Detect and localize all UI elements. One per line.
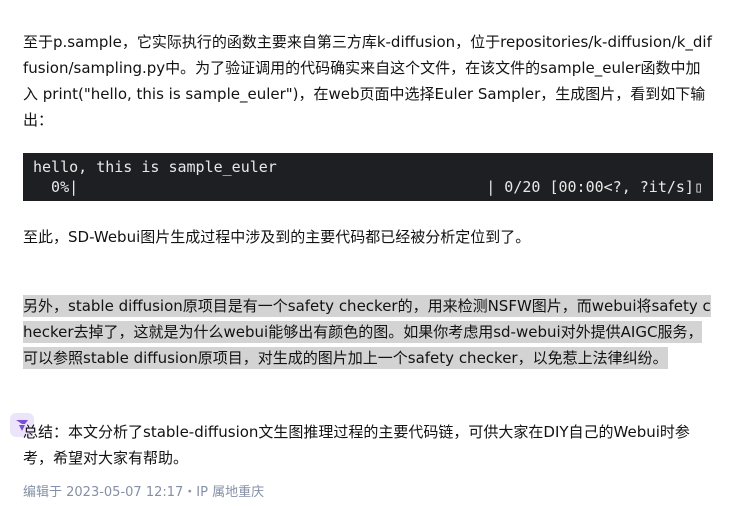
code-line-hello: hello, this is sample_euler xyxy=(33,158,277,176)
code-output-block: hello, this is sample_euler 0%| | 0/20 [… xyxy=(23,153,713,201)
article-paragraph-conclusion: 总结：本文分析了stable-diffusion文生图推理过程的主要代码链，可供… xyxy=(23,423,690,467)
edit-meta-info: 编辑于 2023-05-07 12:17・IP 属地重庆 xyxy=(23,485,265,500)
highlighted-text[interactable]: 另外，stable diffusion原项目是有一个safety checker… xyxy=(23,295,711,369)
code-progress-right: | 0/20 [00:00<?, ?it/s]▯ xyxy=(486,178,703,196)
article-paragraph-sampler: 至于p.sample，它实际执行的函数主要来自第三方库k-diffusion，位… xyxy=(23,33,712,129)
article-paragraph-safety-checker[interactable]: 另外，stable diffusion原项目是有一个safety checker… xyxy=(23,293,713,371)
code-line-progress: 0%| | 0/20 [00:00<?, ?it/s]▯ xyxy=(33,177,703,197)
article-paragraph-summary-located: 至此，SD-Webui图片生成过程中涉及到的主要代码都已经被分析定位到了。 xyxy=(23,228,531,246)
code-progress-left: 0%| xyxy=(33,178,79,196)
